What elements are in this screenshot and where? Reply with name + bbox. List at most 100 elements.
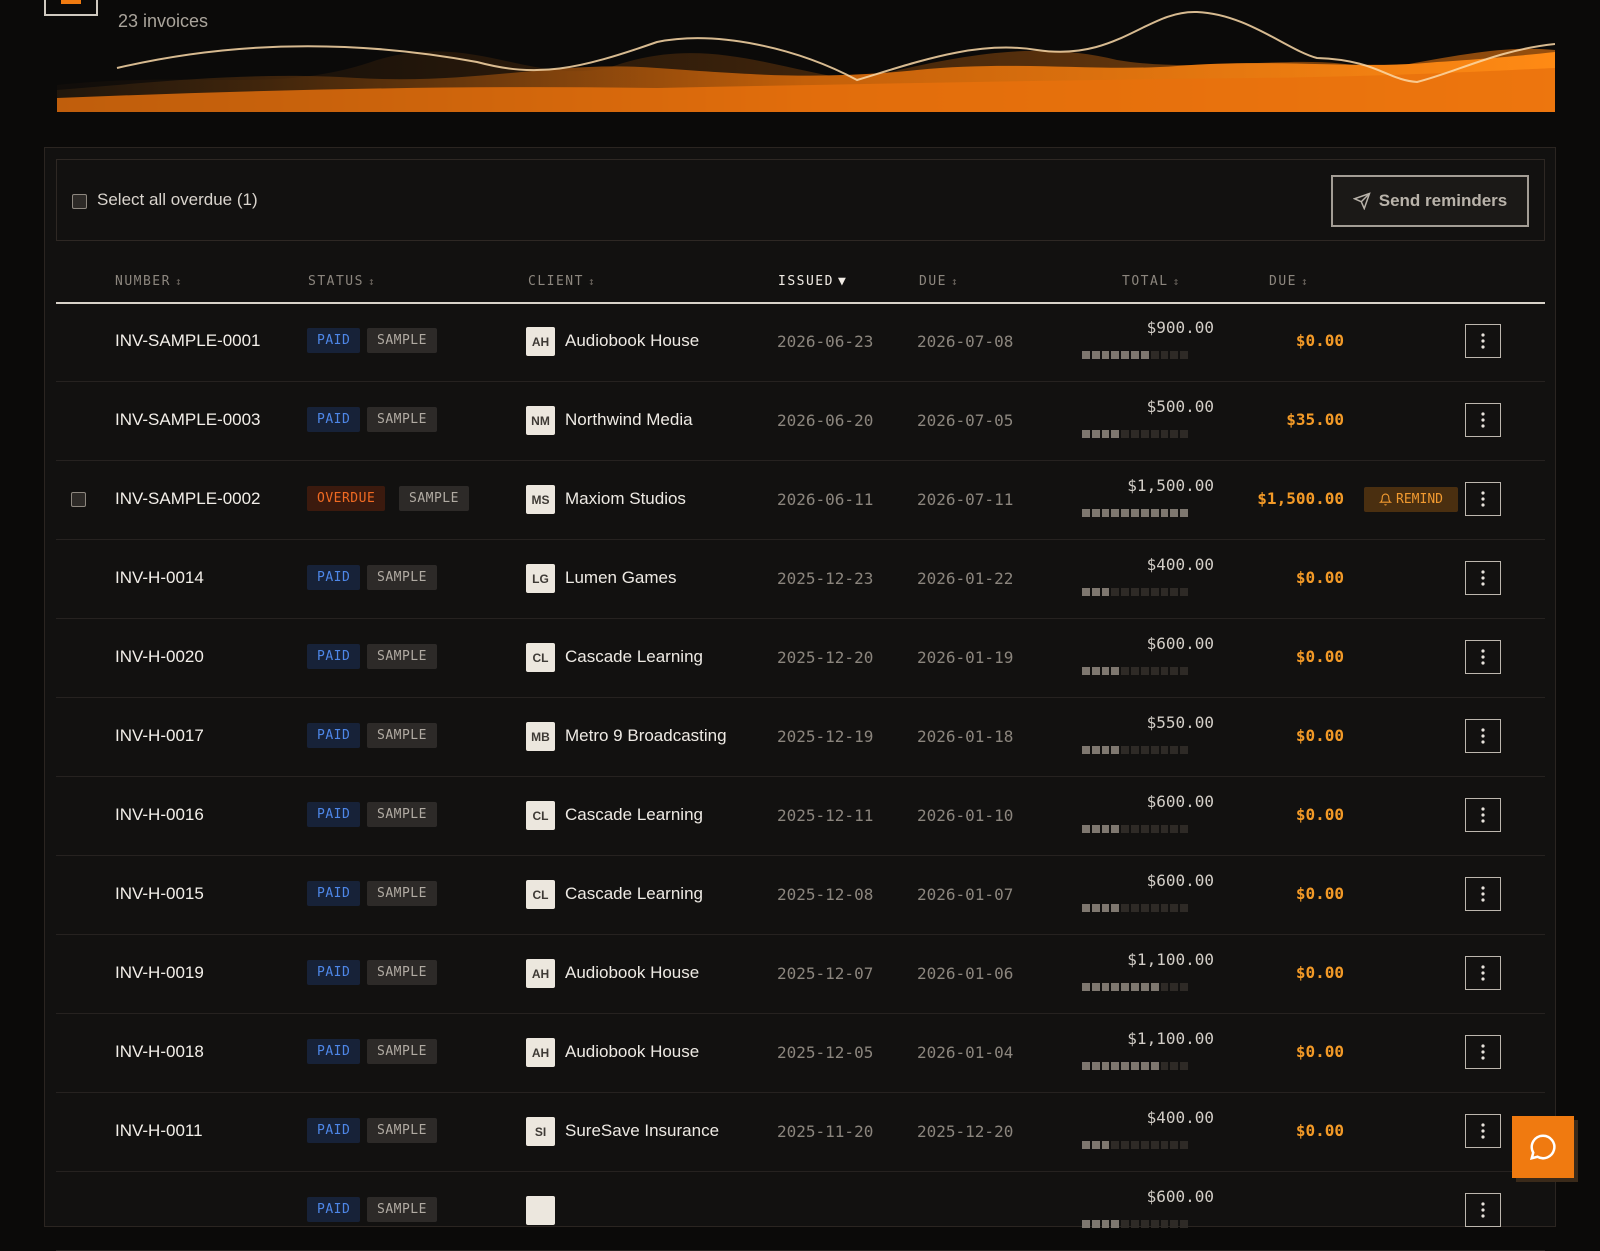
progress-segment [1111, 983, 1120, 991]
progress-segment [1180, 351, 1188, 359]
invoice-number[interactable]: INV-H-0016 [115, 805, 204, 825]
invoice-number[interactable]: INV-H-0011 [115, 1121, 203, 1141]
col-due-amount[interactable]: DUE ↕ [1269, 274, 1309, 289]
client-name: Cascade Learning [565, 647, 703, 666]
invoice-number[interactable]: INV-H-0014 [115, 568, 204, 588]
due-date: 2026-01-19 [917, 648, 1014, 667]
progress-segment [1101, 746, 1110, 754]
progress-segment [1150, 746, 1159, 754]
table-row[interactable]: INV-SAMPLE-0003 PAID SAMPLE NM Northwind Med… [56, 382, 1545, 461]
progress-segment [1121, 904, 1130, 912]
invoice-number[interactable]: INV-H-0015 [115, 884, 204, 904]
table-row[interactable]: INV-SAMPLE-0001 PAID SAMPLE AH Audiobook Hou… [56, 303, 1545, 382]
invoice-number[interactable]: INV-H-0017 [115, 726, 204, 746]
table-row[interactable]: PAID SAMPLE $600.00 [56, 1172, 1545, 1251]
progress-segment [1170, 1220, 1179, 1228]
row-actions-button[interactable] [1465, 640, 1501, 674]
invoice-total: $600.00 [1146, 792, 1214, 811]
amount-due: $0.00 [1295, 1042, 1344, 1061]
invoice-number[interactable]: INV-SAMPLE-0003 [115, 410, 261, 430]
sample-badge: SAMPLE [367, 723, 437, 748]
progress-segment [1160, 430, 1169, 438]
client-name: Cascade Learning [565, 884, 703, 903]
row-actions-button[interactable] [1465, 877, 1501, 911]
due-date: 2026-01-22 [917, 569, 1014, 588]
progress-segment [1082, 430, 1090, 438]
progress-segment [1131, 667, 1139, 675]
row-actions-button[interactable] [1465, 403, 1501, 437]
row-actions-button[interactable] [1465, 719, 1501, 753]
row-actions-button[interactable] [1465, 324, 1501, 358]
row-actions-button[interactable] [1465, 561, 1501, 595]
client-avatar: MB [526, 722, 555, 751]
invoice-number[interactable]: INV-H-0020 [115, 647, 204, 667]
row-actions-button[interactable] [1465, 1193, 1501, 1227]
issued-date: 2025-12-05 [777, 1043, 874, 1062]
progress-segment [1101, 1141, 1110, 1149]
col-due-date[interactable]: DUE ↕ [919, 274, 959, 289]
sort-icon: ↕ [587, 275, 597, 288]
progress-segment [1180, 904, 1188, 912]
progress-segment [1091, 1220, 1100, 1228]
col-total[interactable]: TOTAL ↕ [1122, 274, 1181, 289]
sample-badge: SAMPLE [367, 881, 437, 906]
col-status[interactable]: STATUS ↕ [308, 274, 376, 289]
progress-segment [1101, 430, 1110, 438]
invoice-total: $600.00 [1146, 1187, 1214, 1206]
chat-bubble-icon [1529, 1134, 1556, 1161]
table-row[interactable]: INV-H-0015 PAID SAMPLE CL Cascade Learning 20… [56, 856, 1545, 935]
invoice-total: $600.00 [1146, 634, 1214, 653]
status-badge: PAID [307, 407, 361, 432]
progress-segment [1121, 588, 1130, 596]
issued-date: 2025-11-20 [777, 1122, 874, 1141]
col-number[interactable]: NUMBER ↕ [115, 274, 183, 289]
table-row[interactable]: INV-H-0020 PAID SAMPLE CL Cascade Learning 20… [56, 619, 1545, 698]
progress-segment [1140, 588, 1149, 596]
table-row[interactable]: INV-H-0018 PAID SAMPLE AH Audiobook House 202… [56, 1014, 1545, 1093]
select-all-overdue-checkbox[interactable] [72, 194, 87, 209]
row-actions-button[interactable] [1465, 798, 1501, 832]
row-actions-button[interactable] [1465, 1035, 1501, 1069]
progress-segment [1140, 351, 1149, 359]
amount-due: $0.00 [1295, 331, 1344, 350]
invoice-number[interactable]: INV-H-0019 [115, 963, 204, 983]
progress-segment [1131, 1220, 1139, 1228]
send-reminders-button[interactable]: Send reminders [1331, 175, 1529, 227]
remind-button[interactable]: REMIND [1364, 487, 1458, 512]
table-row[interactable]: INV-H-0011 PAID SAMPLE SI SureSave Insurance… [56, 1093, 1545, 1172]
client-name: SureSave Insurance [565, 1121, 720, 1140]
row-actions-button[interactable] [1465, 956, 1501, 990]
col-issued[interactable]: ISSUED ▼ [778, 274, 847, 289]
payment-progress-bar [1082, 1062, 1188, 1070]
table-row[interactable]: INV-H-0019 PAID SAMPLE AH Audiobook House 202… [56, 935, 1545, 1014]
progress-segment [1160, 983, 1169, 991]
progress-segment [1131, 351, 1139, 359]
issued-date: 2025-12-20 [777, 648, 874, 667]
invoice-total: $500.00 [1146, 397, 1214, 416]
invoice-number[interactable]: INV-SAMPLE-0001 [115, 331, 261, 351]
more-vertical-icon [1481, 1044, 1485, 1060]
more-vertical-icon [1481, 1202, 1485, 1218]
progress-segment [1131, 588, 1139, 596]
table-row[interactable]: INV-SAMPLE-0002 OVERDUE SAMPLE MS Maxiom Stu… [56, 461, 1545, 540]
table-row[interactable]: INV-H-0017 PAID SAMPLE MB Metro 9 Broadcasti… [56, 698, 1545, 777]
table-row[interactable]: INV-H-0016 PAID SAMPLE CL Cascade Learning 20… [56, 777, 1545, 856]
progress-segment [1131, 825, 1139, 833]
invoice-number[interactable]: INV-SAMPLE-0002 [115, 489, 261, 509]
progress-segment [1170, 825, 1179, 833]
client-name: Audiobook House [565, 1042, 700, 1061]
client-avatar: AH [526, 327, 555, 356]
row-actions-button[interactable] [1465, 1114, 1501, 1148]
row-select-checkbox[interactable] [71, 492, 86, 507]
progress-segment [1140, 1141, 1149, 1149]
sample-badge: SAMPLE [367, 802, 437, 827]
progress-segment [1121, 667, 1130, 675]
sample-badge: SAMPLE [367, 644, 437, 669]
col-client[interactable]: CLIENT ↕ [528, 274, 596, 289]
table-row[interactable]: INV-H-0014 PAID SAMPLE LG Lumen Games 2025-12… [56, 540, 1545, 619]
invoice-number[interactable]: INV-H-0018 [115, 1042, 204, 1062]
row-actions-button[interactable] [1465, 482, 1501, 516]
select-all-overdue-label: Select all overdue (1) [97, 190, 258, 209]
invoice-total: $1,100.00 [1127, 950, 1214, 969]
chat-button[interactable] [1512, 1116, 1574, 1178]
